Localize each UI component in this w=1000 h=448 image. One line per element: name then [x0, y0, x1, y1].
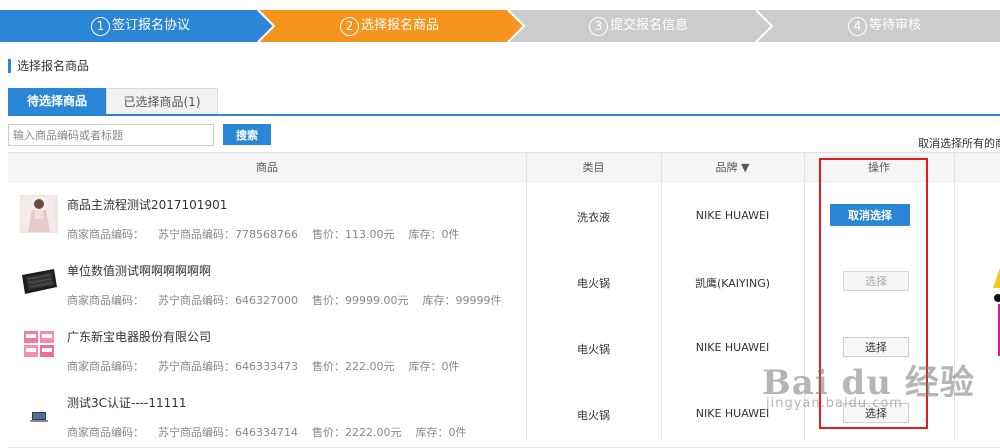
cancel-all-link[interactable]: 取消选择所有的商品 — [918, 135, 1000, 151]
side-popup-edge — [990, 268, 1000, 356]
stock-value: 99999件 — [455, 294, 502, 307]
tissue-photo-icon[interactable] — [20, 327, 58, 365]
stock-value: 0件 — [441, 228, 460, 241]
merchant-code-label: 商家商品编码： — [67, 426, 144, 439]
dress-photo-icon[interactable] — [20, 195, 58, 233]
stock-label: 库存： — [408, 228, 442, 241]
tab-selected-products[interactable]: 已选择商品(1) — [106, 88, 218, 114]
column-header-brand[interactable]: 品牌 ▼ — [661, 153, 804, 183]
laptop-photo-icon[interactable] — [20, 393, 58, 431]
step-2-number: 2 — [340, 16, 359, 36]
price-label: 售价： — [312, 426, 345, 439]
suning-code-label: 苏宁商品编码： — [158, 228, 235, 241]
merchant-code-label: 商家商品编码： — [67, 360, 144, 373]
suning-code-value: 646333473 — [235, 360, 298, 373]
section-title: 选择报名商品 — [8, 59, 89, 73]
product-title: 单位数值测试啊啊啊啊啊啊 — [67, 264, 212, 278]
suning-code-label: 苏宁商品编码： — [158, 360, 235, 373]
suning-code-label: 苏宁商品编码： — [158, 426, 235, 439]
stock-label: 库存： — [408, 360, 442, 373]
price-label: 售价： — [312, 360, 345, 373]
suning-code-value: 646334714 — [235, 426, 298, 439]
suning-code-value: 646327000 — [235, 294, 298, 307]
stock-value: 0件 — [448, 426, 467, 439]
category-cell: 洗衣液 — [577, 211, 610, 224]
suning-code-value: 778568766 — [235, 228, 298, 241]
stock-label: 库存： — [415, 426, 449, 439]
step-2-label: 选择报名商品 — [361, 18, 440, 33]
price-label: 售价： — [312, 228, 345, 241]
stock-label: 库存： — [422, 294, 456, 307]
price-value: 99999.00元 — [345, 294, 409, 307]
product-title: 广东新宝电器股份有限公司 — [67, 330, 212, 344]
tab-underline — [8, 114, 1000, 116]
brand-cell: NIKE HUAWEI — [695, 209, 770, 222]
product-title: 商品主流程测试2017101901 — [67, 198, 228, 212]
baidu-watermark-url: jingyan.baidu.com — [766, 396, 903, 411]
step-3: 3 提交报名信息 — [589, 10, 688, 42]
column-header-product: 商品 — [256, 161, 278, 174]
suning-code-label: 苏宁商品编码： — [158, 294, 235, 307]
price-label: 售价： — [312, 294, 345, 307]
product-meta: 商家商品编码： 苏宁商品编码：646334714 售价：2222.00元 库存：0件 — [67, 424, 481, 440]
step-1: 1 签订报名协议 — [91, 10, 190, 42]
category-cell: 电火锅 — [577, 409, 610, 422]
step-3-label: 提交报名信息 — [610, 18, 689, 33]
category-cell: 电火锅 — [577, 343, 610, 356]
product-meta: 商家商品编码： 苏宁商品编码：778568766 售价：113.00元 库存：0件 — [67, 226, 474, 242]
merchant-code-label: 商家商品编码： — [67, 294, 144, 307]
product-meta: 商家商品编码： 苏宁商品编码：646327000 售价：99999.00元 库存：99… — [67, 292, 516, 308]
tab-pending-products[interactable]: 待选择商品 — [8, 88, 106, 114]
wallet-photo-icon[interactable] — [20, 261, 58, 299]
column-divider — [526, 183, 527, 440]
progress-steps: 1 签订报名协议 2 选择报名商品 3 提交报名信息 4 等待审核 — [0, 10, 1000, 42]
search-input[interactable] — [8, 124, 214, 146]
step-3-number: 3 — [589, 16, 608, 36]
step-4-number: 4 — [848, 16, 867, 36]
product-meta: 商家商品编码： 苏宁商品编码：646333473 售价：222.00元 库存：0件 — [67, 358, 474, 374]
column-header-category: 类目 — [582, 161, 605, 174]
step-4: 4 等待审核 — [848, 10, 921, 42]
step-2: 2 选择报名商品 — [340, 10, 439, 42]
price-value: 2222.00元 — [345, 426, 402, 439]
search-button[interactable]: 搜索 — [223, 124, 271, 145]
price-value: 222.00元 — [345, 360, 395, 373]
step-1-label: 签订报名协议 — [112, 18, 191, 33]
column-divider — [661, 183, 662, 440]
brand-cell: NIKE HUAWEI — [695, 341, 770, 354]
stock-value: 0件 — [441, 360, 460, 373]
step-4-label: 等待审核 — [869, 18, 922, 33]
product-title: 测试3C认证----11111 — [67, 396, 187, 410]
merchant-code-label: 商家商品编码： — [67, 228, 144, 241]
step-1-number: 1 — [91, 16, 110, 36]
brand-cell: 凯鹰(KAIYING) — [694, 277, 771, 290]
category-cell: 电火锅 — [577, 277, 610, 290]
price-value: 113.00元 — [345, 228, 395, 241]
